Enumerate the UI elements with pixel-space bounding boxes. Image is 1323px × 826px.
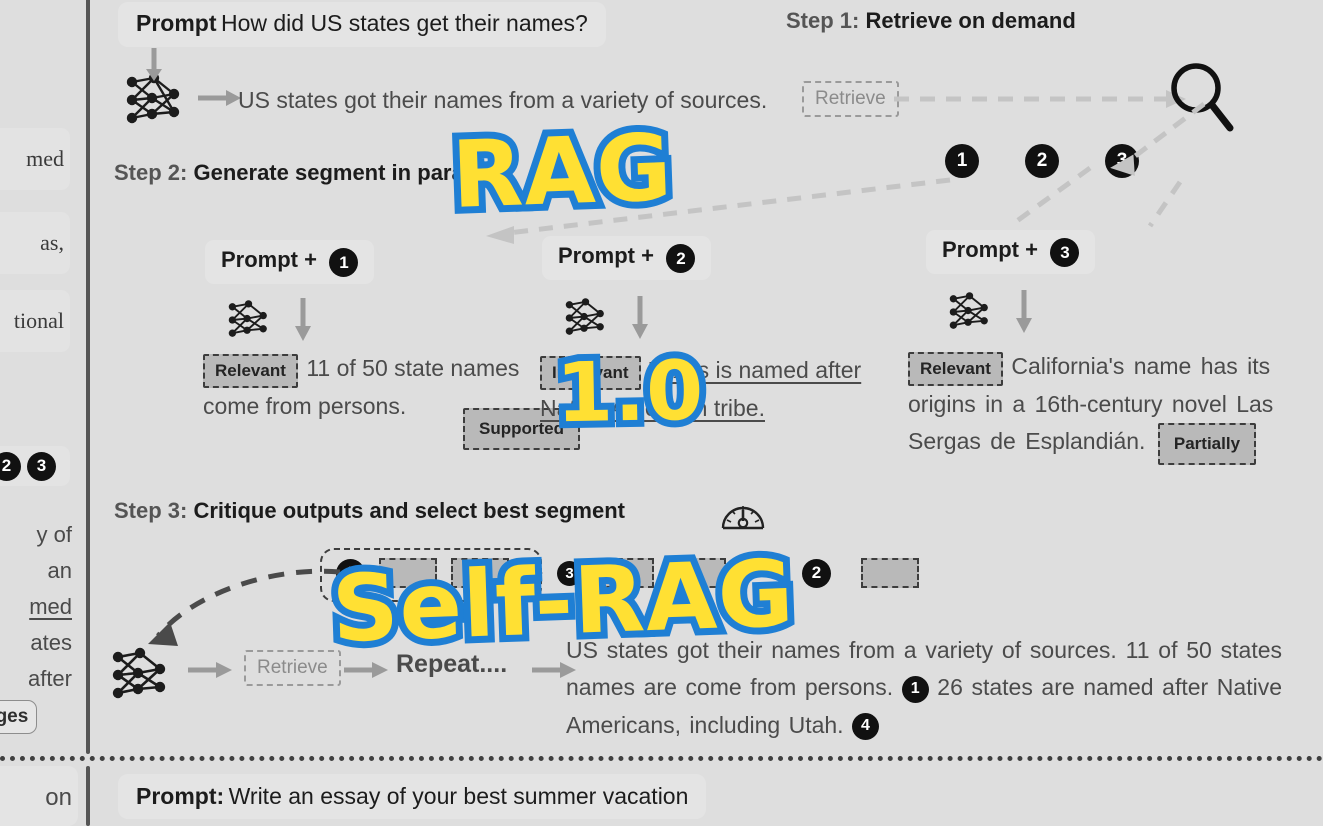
col2-header-label: Prompt + bbox=[558, 243, 654, 268]
left-clipped-button[interactable]: ages bbox=[0, 700, 38, 734]
step3-nn-icon bbox=[106, 645, 178, 710]
col1-arrow-down-icon bbox=[293, 298, 313, 347]
graffiti-rag: RAG bbox=[443, 107, 681, 236]
step1-output-arrow-icon bbox=[198, 88, 242, 113]
step3-heading: Step 3: Critique outputs and select best… bbox=[114, 498, 625, 524]
col3-support-token: Partially bbox=[1157, 423, 1257, 466]
left-chip-1: as, bbox=[0, 212, 70, 274]
section-divider-dotted bbox=[0, 756, 1323, 761]
col3-body: Relevant California's name has its origi… bbox=[908, 348, 1323, 466]
step1-title: Retrieve on demand bbox=[865, 8, 1076, 33]
col1-header: Prompt + 1 bbox=[205, 240, 375, 285]
col2-header: Prompt + 2 bbox=[542, 236, 712, 281]
col1-relevance-token: Relevant bbox=[203, 354, 298, 388]
top-prompt-bar: Prompt How did US states get their names… bbox=[118, 2, 606, 47]
step1-input-arrow-down-icon bbox=[145, 48, 163, 87]
bottom-prompt-text: Write an essay of your best summer vacat… bbox=[228, 783, 689, 809]
top-prompt-label: Prompt bbox=[136, 10, 217, 36]
col3-header-badge: 3 bbox=[1050, 238, 1080, 268]
step3-arrow-2-icon bbox=[344, 662, 388, 678]
step2-lead: Step 2: bbox=[114, 160, 188, 185]
graffiti-self-rag: Self-RAG bbox=[323, 533, 803, 670]
step2-column-1: Prompt + 1 Relevant 11 of 50 state names… bbox=[203, 240, 580, 450]
col3-header: Prompt + 3 bbox=[926, 230, 1096, 275]
col2-header-badge: 2 bbox=[666, 244, 696, 274]
col3-relevance-token: Relevant bbox=[908, 352, 1003, 386]
step1-retrieve-token: Retrieve bbox=[802, 81, 899, 117]
step3-arrow-1-icon bbox=[188, 662, 232, 678]
bottom-prompt-bar: Prompt: Write an essay of your best summ… bbox=[118, 774, 707, 819]
gauge-icon bbox=[720, 494, 766, 537]
bottom-prompt-label: Prompt: bbox=[136, 783, 225, 809]
step1-lead: Step 1: bbox=[786, 8, 860, 33]
step3-lead: Step 3: bbox=[114, 498, 188, 523]
step3-retrieve-token: Retrieve bbox=[244, 650, 341, 686]
final-badge-1: 1 bbox=[901, 675, 929, 703]
left-badge-2: 2 bbox=[0, 451, 21, 481]
left-clipped-line-2: med bbox=[29, 594, 72, 619]
col3-nn-icon bbox=[944, 290, 998, 339]
step2-heading: Step 2: Generate segment in parallel bbox=[114, 160, 494, 186]
graffiti-score: 1.0 bbox=[548, 337, 712, 449]
figure-canvas: med as, tional 2 3 y of an med ates afte… bbox=[0, 0, 1323, 826]
step3-title: Critique outputs and select best segment bbox=[193, 498, 625, 523]
left-badge-3: 3 bbox=[27, 451, 56, 481]
left-bottom-clipped: on bbox=[45, 784, 72, 811]
divider-left-outer bbox=[86, 0, 90, 754]
left-clipped-line-4: after bbox=[27, 666, 72, 691]
left-chip-2: tional bbox=[0, 290, 70, 352]
left-clipped-column: med as, tional 2 3 y of an med ates afte… bbox=[0, 0, 78, 826]
col2-nn-icon bbox=[560, 296, 614, 345]
left-clipped-line-3: ates bbox=[30, 630, 72, 655]
col3-arrow-down-icon bbox=[1014, 290, 1034, 339]
critique-badge-2: 2 bbox=[802, 558, 831, 588]
final-badge-2: 4 bbox=[851, 712, 879, 740]
critique-box-e bbox=[861, 558, 919, 588]
col2-arrow-down-icon bbox=[630, 296, 650, 345]
step2-column-2: Prompt + 2 Irrelevant Texas is named aft… bbox=[540, 236, 861, 421]
step1-heading: Step 1: Retrieve on demand bbox=[786, 8, 1076, 34]
col1-nn-icon bbox=[223, 298, 277, 347]
left-badge-group: 2 3 bbox=[0, 446, 70, 486]
col1-header-label: Prompt + bbox=[221, 247, 317, 272]
left-clipped-line-1: an bbox=[47, 558, 72, 583]
top-prompt-text: How did US states get their names? bbox=[220, 10, 588, 36]
step2-title: Generate segment in bbox=[193, 160, 412, 185]
col1-header-badge: 1 bbox=[329, 248, 359, 278]
col3-header-label: Prompt + bbox=[942, 237, 1038, 262]
left-clipped-line-0: y of bbox=[36, 522, 72, 547]
bottom-panel: Prompt: Write an essay of your best summ… bbox=[100, 762, 1323, 826]
left-chip-0: med bbox=[0, 128, 70, 190]
divider-left-bottom bbox=[86, 766, 90, 826]
step1-model-output: US states got their names from a variety… bbox=[238, 87, 768, 113]
step2-column-3: Prompt + 3 Relevant California's name ha… bbox=[908, 230, 1273, 466]
